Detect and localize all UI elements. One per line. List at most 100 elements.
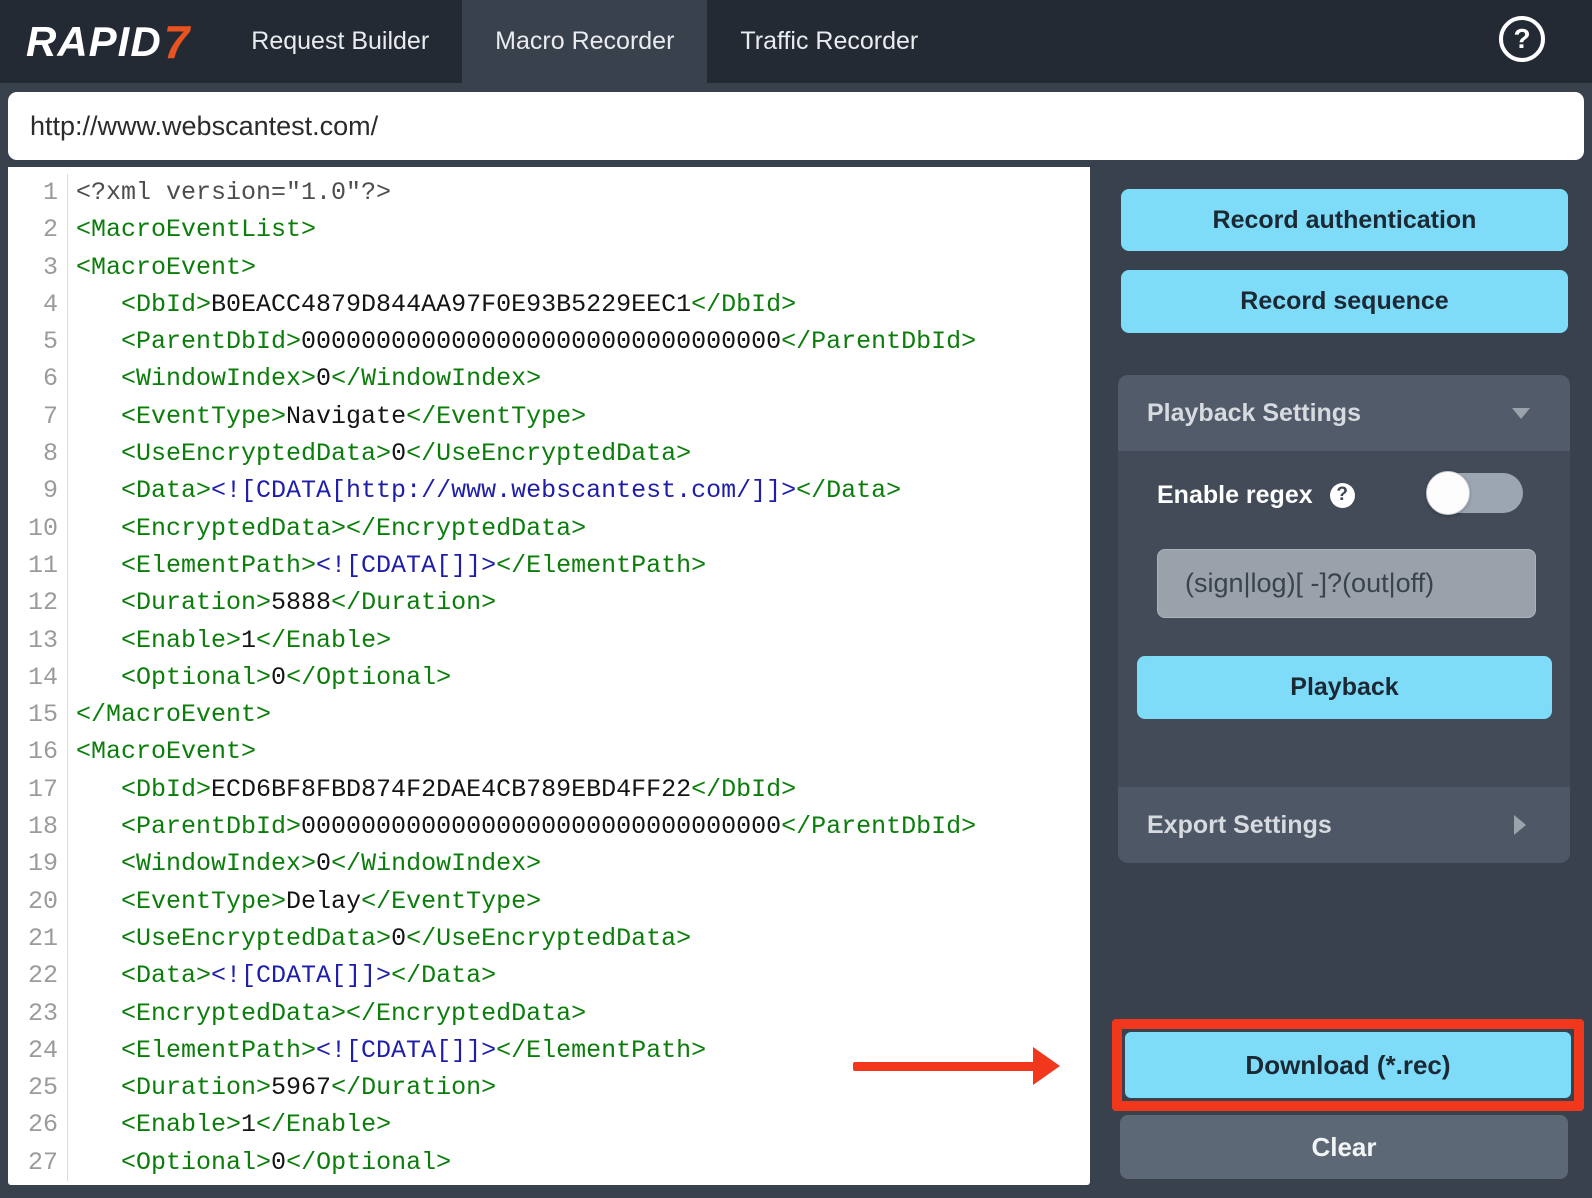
record-authentication-button[interactable]: Record authentication — [1121, 189, 1568, 251]
line-number: 26 — [8, 1106, 68, 1143]
panel-title: Export Settings — [1147, 811, 1332, 840]
code-text: </MacroEvent> — [68, 696, 271, 733]
line-number: 4 — [8, 286, 68, 323]
button-label: Record authentication — [1213, 206, 1477, 235]
line-number: 15 — [8, 696, 68, 733]
code-line: 22 <Data><![CDATA[]]></Data> — [8, 957, 1090, 994]
tab-label: Macro Recorder — [495, 27, 674, 56]
record-sequence-button[interactable]: Record sequence — [1121, 270, 1568, 333]
code-line: 3<MacroEvent> — [8, 249, 1090, 286]
code-text: <Enable>1</Enable> — [68, 1106, 391, 1143]
line-number: 6 — [8, 360, 68, 397]
code-line: 11 <ElementPath><![CDATA[]]></ElementPat… — [8, 547, 1090, 584]
code-line: 18 <ParentDbId>0000000000000000000000000… — [8, 808, 1090, 845]
line-number: 14 — [8, 659, 68, 696]
code-line: 27 <Optional>0</Optional> — [8, 1144, 1090, 1181]
button-label: Playback — [1290, 673, 1398, 702]
code-line: 23 <EncryptedData></EncryptedData> — [8, 995, 1090, 1032]
code-line: 17 <DbId>ECD6BF8FBD874F2DAE4CB789EBD4FF2… — [8, 771, 1090, 808]
code-text: <UseEncryptedData>0</UseEncryptedData> — [68, 435, 691, 472]
code-text: <EventType>Navigate</EventType> — [68, 398, 586, 435]
help-icon[interactable]: ? — [1499, 16, 1545, 62]
code-line: 14 <Optional>0</Optional> — [8, 659, 1090, 696]
clear-button[interactable]: Clear — [1120, 1115, 1568, 1179]
line-number: 17 — [8, 771, 68, 808]
code-text: <UseEncryptedData>0</UseEncryptedData> — [68, 920, 691, 957]
tab-label: Traffic Recorder — [740, 27, 918, 56]
enable-regex-row: Enable regex ? — [1157, 471, 1355, 519]
enable-regex-toggle[interactable] — [1428, 473, 1523, 513]
code-line: 1<?xml version="1.0"?> — [8, 174, 1090, 211]
code-text: <WindowIndex>0</WindowIndex> — [68, 845, 541, 882]
code-text: <DbId>B0EACC4879D844AA97F0E93B5229EEC1</… — [68, 286, 796, 323]
panel-title: Playback Settings — [1147, 399, 1361, 428]
code-text: <Enable>1</Enable> — [68, 622, 391, 659]
line-number: 18 — [8, 808, 68, 845]
line-number: 10 — [8, 510, 68, 547]
line-number: 25 — [8, 1069, 68, 1106]
line-number: 23 — [8, 995, 68, 1032]
code-text: <ElementPath><![CDATA[]]></ElementPath> — [68, 547, 706, 584]
code-line: 8 <UseEncryptedData>0</UseEncryptedData> — [8, 435, 1090, 472]
line-number: 3 — [8, 249, 68, 286]
button-label: Download (*.rec) — [1245, 1050, 1450, 1081]
line-number: 13 — [8, 622, 68, 659]
annotation-arrow-head — [1033, 1047, 1060, 1085]
regex-help-icon[interactable]: ? — [1330, 483, 1355, 508]
code-text: <ElementPath><![CDATA[]]></ElementPath> — [68, 1032, 706, 1069]
code-text: <Data><![CDATA[]]></Data> — [68, 957, 496, 994]
code-text: <Duration>5888</Duration> — [68, 584, 496, 621]
button-label: Record sequence — [1240, 287, 1448, 316]
code-text: <MacroEventList> — [68, 211, 316, 248]
line-number: 5 — [8, 323, 68, 360]
logo-seven-icon: 7 — [164, 15, 191, 69]
code-line: 26 <Enable>1</Enable> — [8, 1106, 1090, 1143]
code-text: <Optional>0</Optional> — [68, 1144, 451, 1181]
export-settings-header[interactable]: Export Settings — [1118, 787, 1570, 863]
code-text: <EncryptedData></EncryptedData> — [68, 510, 586, 547]
code-text: <?xml version="1.0"?> — [68, 174, 391, 211]
code-text: <ParentDbId>0000000000000000000000000000… — [68, 808, 976, 845]
line-number: 9 — [8, 472, 68, 509]
code-line: 9 <Data><![CDATA[http://www.webscantest.… — [8, 472, 1090, 509]
code-text: <Data><![CDATA[http://www.webscantest.co… — [68, 472, 901, 509]
code-text: <Duration>5967</Duration> — [68, 1069, 496, 1106]
code-line: 19 <WindowIndex>0</WindowIndex> — [8, 845, 1090, 882]
code-line: 15</MacroEvent> — [8, 696, 1090, 733]
playback-settings-header[interactable]: Playback Settings — [1118, 375, 1570, 451]
tab-traffic-recorder[interactable]: Traffic Recorder — [707, 0, 951, 83]
playback-settings-panel: Playback Settings Enable regex ? (sign|l… — [1118, 375, 1570, 863]
chevron-down-icon — [1512, 408, 1530, 419]
code-text: <ParentDbId>0000000000000000000000000000… — [68, 323, 976, 360]
code-text: <EncryptedData></EncryptedData> — [68, 995, 586, 1032]
code-text: <Optional>0</Optional> — [68, 659, 451, 696]
code-line: 16<MacroEvent> — [8, 733, 1090, 770]
macro-xml-editor[interactable]: 1<?xml version="1.0"?>2<MacroEventList>3… — [8, 167, 1090, 1185]
playback-button[interactable]: Playback — [1137, 656, 1552, 719]
download-rec-button[interactable]: Download (*.rec) — [1125, 1032, 1571, 1098]
code-line: 13 <Enable>1</Enable> — [8, 622, 1090, 659]
line-number: 16 — [8, 733, 68, 770]
annotation-arrow-line — [853, 1062, 1035, 1071]
line-number: 1 — [8, 174, 68, 211]
regex-pattern-input[interactable]: (sign|log)[ -]?(out|off) — [1157, 549, 1536, 618]
line-number: 12 — [8, 584, 68, 621]
code-text: <WindowIndex>0</WindowIndex> — [68, 360, 541, 397]
code-text: <MacroEvent> — [68, 733, 256, 770]
tab-label: Request Builder — [251, 27, 429, 56]
line-number: 19 — [8, 845, 68, 882]
url-input[interactable] — [8, 92, 1584, 160]
regex-pattern-value: (sign|log)[ -]?(out|off) — [1185, 568, 1434, 599]
code-text: <DbId>ECD6BF8FBD874F2DAE4CB789EBD4FF22</… — [68, 771, 796, 808]
code-line: 10 <EncryptedData></EncryptedData> — [8, 510, 1090, 547]
question-mark-glyph: ? — [1336, 484, 1348, 506]
download-highlight-annotation: Download (*.rec) — [1112, 1019, 1584, 1111]
line-number: 20 — [8, 883, 68, 920]
code-text: <EventType>Delay</EventType> — [68, 883, 541, 920]
tab-request-builder[interactable]: Request Builder — [218, 0, 462, 83]
playback-settings-body: Enable regex ? (sign|log)[ -]?(out|off) … — [1118, 451, 1570, 787]
code-lines: 1<?xml version="1.0"?>2<MacroEventList>3… — [8, 174, 1090, 1181]
code-line: 12 <Duration>5888</Duration> — [8, 584, 1090, 621]
tab-macro-recorder[interactable]: Macro Recorder — [462, 0, 707, 83]
toggle-knob — [1426, 471, 1470, 515]
